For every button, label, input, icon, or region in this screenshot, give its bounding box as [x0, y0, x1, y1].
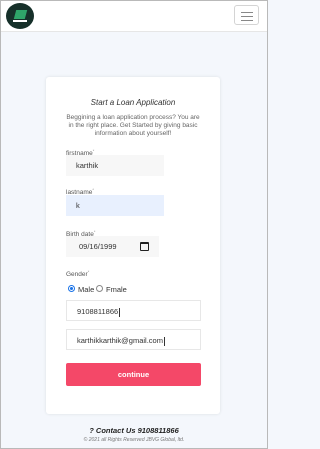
- text-cursor: [119, 307, 121, 317]
- hamburger-menu-icon[interactable]: [234, 5, 259, 25]
- gender-label: Gender*: [66, 269, 90, 279]
- gender-female-radio[interactable]: [96, 285, 103, 292]
- logo-mark: [13, 10, 28, 19]
- calendar-icon[interactable]: [140, 242, 149, 251]
- continue-button[interactable]: continue: [66, 363, 201, 386]
- lastname-input[interactable]: k: [66, 195, 164, 216]
- logo-base: [13, 20, 27, 22]
- gender-female-label[interactable]: Fmale: [106, 285, 127, 294]
- birth-date-input[interactable]: 09/16/1999: [66, 236, 159, 257]
- text-cursor: [163, 336, 165, 346]
- gender-male-radio[interactable]: [68, 285, 75, 292]
- company-logo[interactable]: [6, 3, 34, 29]
- card-description: Beggining a loan application process? Yo…: [66, 114, 200, 137]
- card-title: Start a Loan Application: [90, 98, 176, 107]
- firstname-input[interactable]: karthik: [66, 155, 164, 176]
- phone-input[interactable]: 9108811866: [66, 300, 201, 321]
- contact-us-text: ? Contact Us 9108811866: [89, 426, 179, 435]
- gender-male-label[interactable]: Male: [78, 285, 94, 294]
- loan-application-card: Start a Loan Application Beggining a loa…: [46, 77, 220, 414]
- top-navbar: [1, 1, 267, 32]
- copyright-text: © 2021 all Rights Reserved JBVG Global, …: [83, 437, 185, 443]
- email-input[interactable]: karthikkarthik@gmail.com: [66, 329, 201, 350]
